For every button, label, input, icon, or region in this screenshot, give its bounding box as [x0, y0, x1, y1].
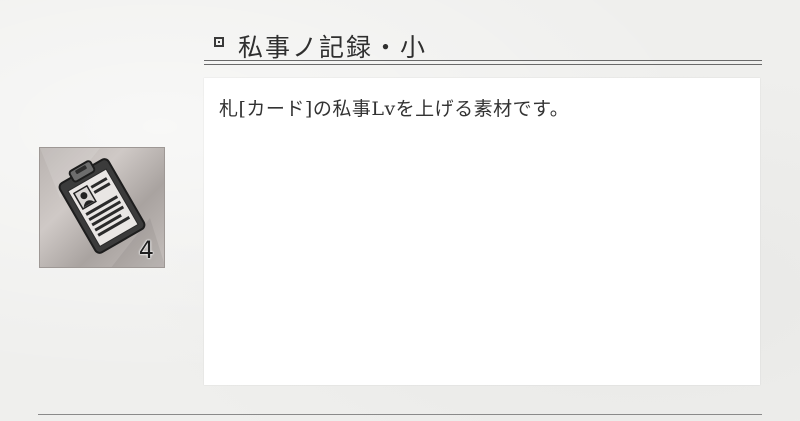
- item-title: 私事ノ記録・小: [238, 33, 428, 62]
- title-divider-top: [204, 60, 762, 61]
- title-divider-bottom: [204, 64, 762, 65]
- description-panel: 札[カード]の私事Lvを上げる素材です。: [204, 78, 760, 385]
- bottom-divider: [38, 414, 762, 415]
- item-count: 4: [138, 236, 154, 264]
- item-title-bar: 私事ノ記録・小: [204, 26, 760, 64]
- item-tile: 4: [39, 147, 165, 268]
- square-bullet-icon: [214, 37, 224, 47]
- item-description: 札[カード]の私事Lvを上げる素材です。: [219, 98, 570, 120]
